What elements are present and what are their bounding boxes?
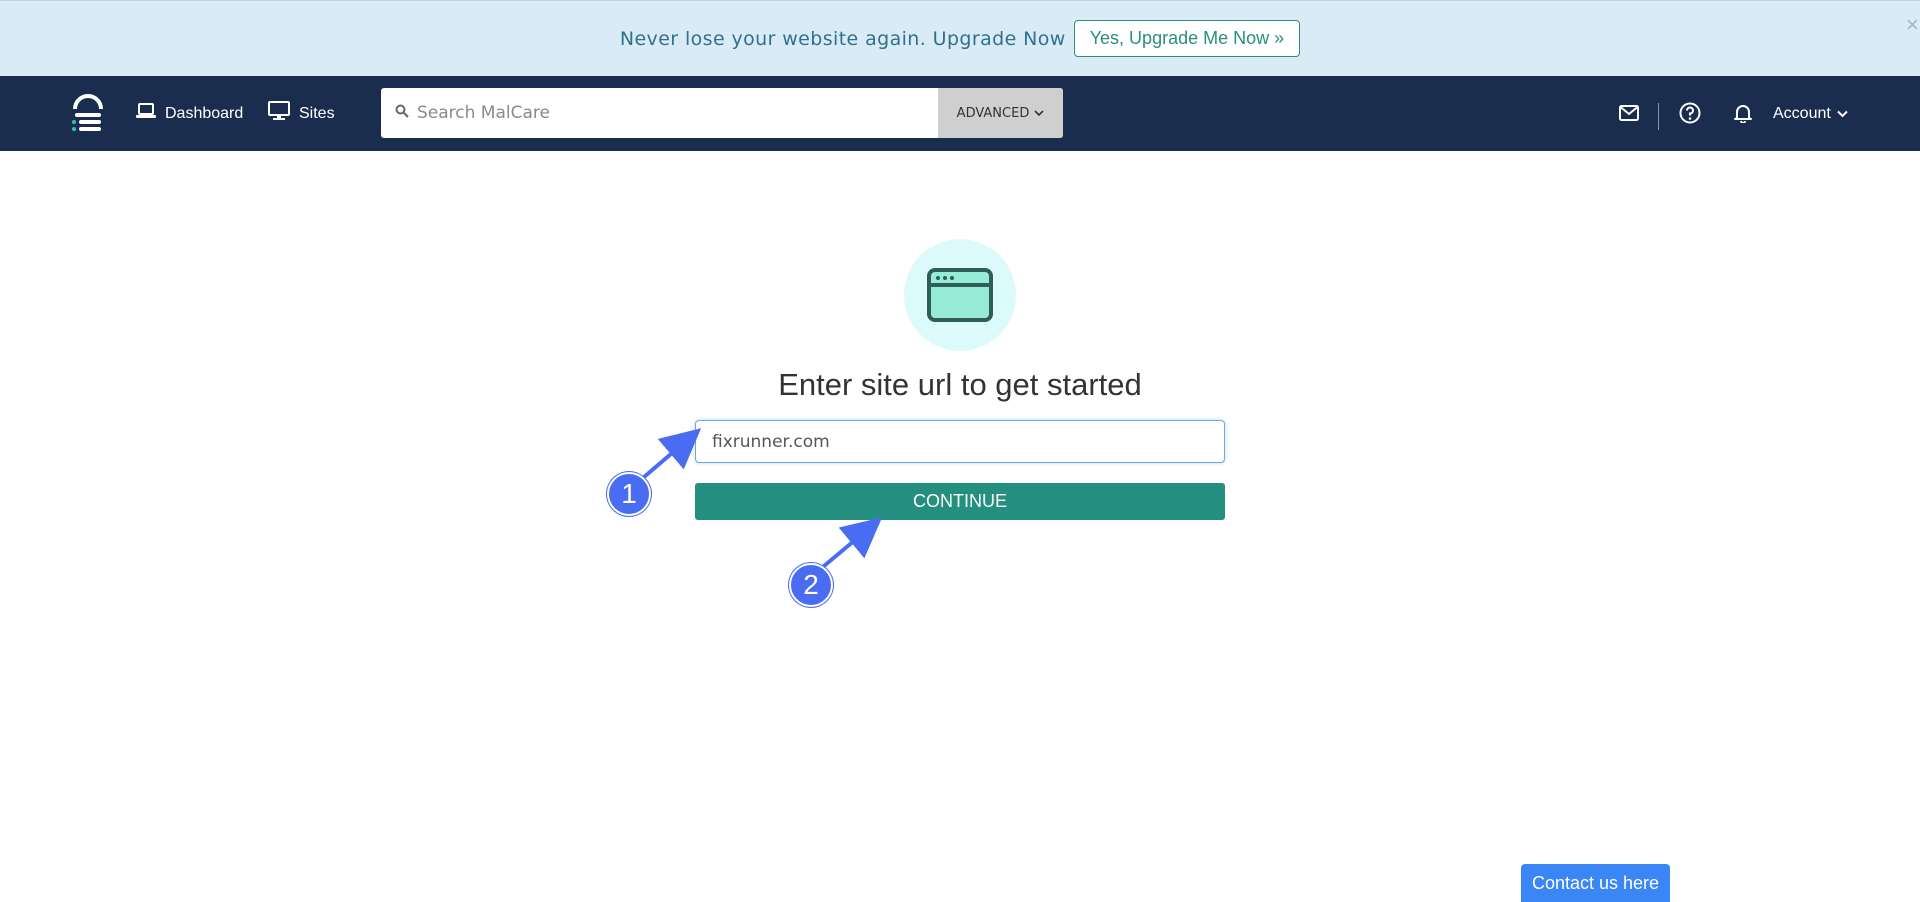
advanced-search-label: ADVANCED bbox=[956, 105, 1030, 121]
nav-divider bbox=[1658, 103, 1659, 130]
upgrade-banner: Never lose your website again. Upgrade N… bbox=[0, 0, 1920, 76]
help-icon[interactable] bbox=[1678, 101, 1702, 125]
search-field bbox=[381, 88, 938, 138]
annotation-marker-1: 1 bbox=[607, 472, 651, 516]
continue-button[interactable]: CONTINUE bbox=[695, 483, 1225, 520]
page-title: Enter site url to get started bbox=[778, 367, 1142, 402]
nav-dashboard[interactable]: Dashboard bbox=[136, 76, 243, 151]
search-bar: ADVANCED bbox=[381, 88, 1063, 138]
search-icon bbox=[395, 104, 409, 123]
chevron-down-icon bbox=[1831, 105, 1848, 123]
url-input[interactable] bbox=[695, 420, 1225, 463]
malcare-logo-icon[interactable] bbox=[70, 93, 106, 135]
upgrade-banner-text: Never lose your website again. Upgrade N… bbox=[619, 27, 1066, 50]
upgrade-now-button[interactable]: Yes, Upgrade Me Now » bbox=[1073, 20, 1301, 57]
search-input[interactable] bbox=[417, 88, 938, 138]
top-navbar: Dashboard Sites ADVANCED Account bbox=[0, 76, 1920, 151]
monitor-icon bbox=[268, 101, 299, 126]
nav-sites-label: Sites bbox=[299, 104, 335, 122]
close-icon[interactable]: × bbox=[1906, 15, 1920, 35]
browser-window-icon bbox=[904, 239, 1016, 351]
contact-us-button[interactable]: Contact us here bbox=[1521, 864, 1670, 902]
chevron-down-icon bbox=[1029, 106, 1044, 121]
account-menu[interactable]: Account bbox=[1773, 76, 1848, 151]
bell-icon[interactable] bbox=[1731, 101, 1755, 125]
nav-sites[interactable]: Sites bbox=[268, 76, 335, 151]
advanced-search-button[interactable]: ADVANCED bbox=[938, 88, 1063, 138]
laptop-icon bbox=[136, 102, 165, 125]
annotation-marker-2: 2 bbox=[789, 563, 833, 607]
nav-dashboard-label: Dashboard bbox=[165, 104, 244, 122]
account-label: Account bbox=[1773, 104, 1831, 122]
mail-icon[interactable] bbox=[1617, 101, 1641, 125]
